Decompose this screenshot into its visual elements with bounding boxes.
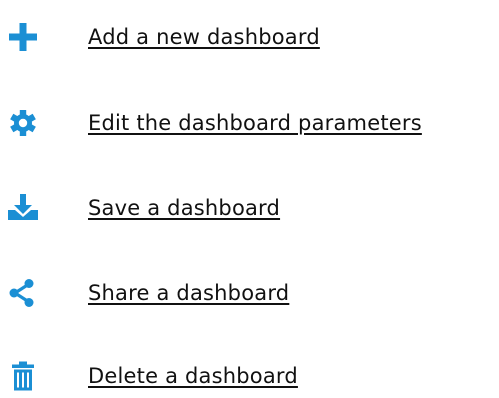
trash-icon[interactable] [7,361,39,391]
share-icon[interactable] [7,278,39,308]
edit-dashboard-parameters-link[interactable]: Edit the dashboard parameters [88,110,422,136]
save-dashboard-link[interactable]: Save a dashboard [88,195,280,221]
save-dashboard-action[interactable]: Save a dashboard [0,186,499,230]
share-dashboard-link[interactable]: Share a dashboard [88,280,289,306]
edit-dashboard-parameters-action[interactable]: Edit the dashboard parameters [0,101,499,145]
download-tray-icon[interactable] [7,193,39,223]
delete-dashboard-action[interactable]: Delete a dashboard [0,354,499,398]
plus-icon[interactable] [7,22,39,52]
delete-dashboard-link[interactable]: Delete a dashboard [88,363,298,389]
share-dashboard-action[interactable]: Share a dashboard [0,271,499,315]
add-dashboard-link[interactable]: Add a new dashboard [88,24,320,50]
gear-icon[interactable] [7,108,39,138]
add-dashboard-action[interactable]: Add a new dashboard [0,15,499,59]
dashboard-action-list: Add a new dashboard Edit the dashboard p… [0,0,499,398]
